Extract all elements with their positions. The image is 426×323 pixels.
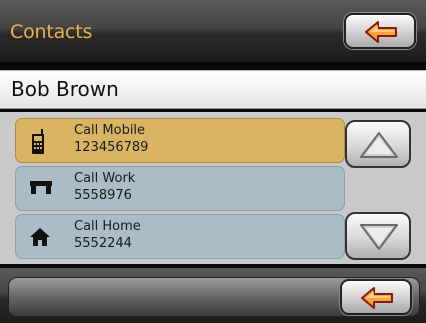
home-icon <box>30 228 50 246</box>
action-number: 5552244 <box>74 236 132 251</box>
action-label: Call Home <box>74 219 141 234</box>
action-label: Call Work <box>74 171 136 186</box>
contact-name: Bob Brown <box>11 77 119 101</box>
header-bar: Contacts <box>0 0 426 62</box>
action-number: 123456789 <box>74 140 149 155</box>
list-item-call-work[interactable]: Call Work 5558976 <box>15 166 345 211</box>
list-item-call-mobile[interactable]: Call Mobile 123456789 <box>15 118 345 163</box>
scroll-up-icon <box>360 132 398 158</box>
scroll-down-button[interactable] <box>345 212 411 260</box>
action-label: Call Mobile <box>74 123 146 138</box>
contact-name-bar: Bob Brown <box>0 70 426 109</box>
back-arrow-icon <box>365 21 397 43</box>
work-desk-icon <box>30 181 52 194</box>
scroll-down-icon <box>360 224 398 250</box>
scroll-up-button[interactable] <box>345 120 411 168</box>
back-button[interactable] <box>344 13 416 49</box>
action-number: 5558976 <box>74 188 132 203</box>
footer-bar <box>0 268 426 323</box>
mobile-phone-icon <box>32 129 44 154</box>
page-title: Contacts <box>10 21 93 43</box>
list-item-call-home[interactable]: Call Home 5552244 <box>15 214 345 259</box>
action-list: Call Mobile 123456789 Call Work 5558976 … <box>0 112 426 264</box>
footer-back-button[interactable] <box>340 279 412 315</box>
back-arrow-icon <box>361 287 393 309</box>
